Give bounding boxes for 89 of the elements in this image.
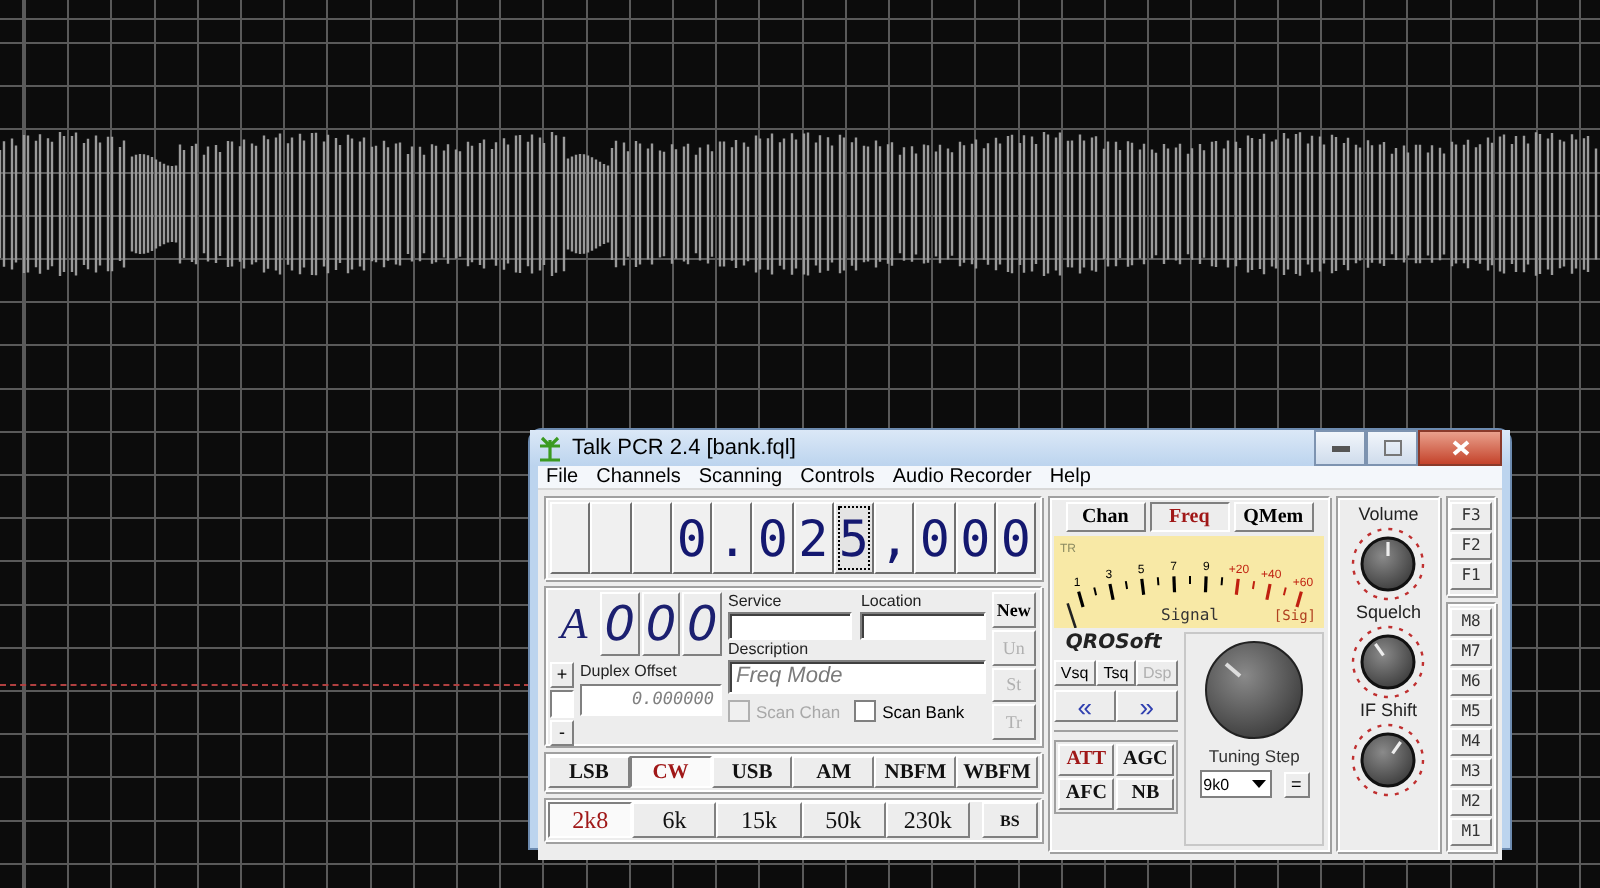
bank-letter: A	[556, 598, 590, 650]
rotary-knob[interactable]	[1350, 722, 1427, 798]
mode-button[interactable]: WBFM	[956, 756, 1038, 788]
antenna-icon	[538, 434, 562, 462]
mode-button[interactable]: AM	[792, 756, 875, 788]
menu-item[interactable]: Scanning	[698, 466, 783, 488]
toggle-button[interactable]: AFC	[1057, 778, 1115, 810]
close-button[interactable]	[1418, 430, 1502, 466]
squelch-mode-button[interactable]: Vsq	[1053, 660, 1096, 686]
memory-key[interactable]: M5	[1450, 698, 1492, 726]
toggle-button[interactable]: AGC	[1116, 744, 1174, 776]
tuning-knob[interactable]	[1202, 638, 1307, 742]
view-button[interactable]: Chan	[1065, 502, 1146, 532]
description-field[interactable]: Freq Mode	[728, 660, 986, 694]
knob-label: Squelch	[1355, 602, 1421, 624]
meter-caption: Signal	[1160, 606, 1219, 624]
frequency-digit[interactable]: 0	[955, 502, 996, 574]
minus-button[interactable]: -	[550, 720, 574, 746]
frequency-digit[interactable]: 5	[833, 502, 874, 574]
window-title: Talk PCR 2.4 [bank.fql]	[572, 436, 796, 460]
filter-button[interactable]: 2k8	[548, 802, 633, 838]
service-label: Service	[728, 592, 784, 612]
filter-button[interactable]: 15k	[716, 802, 802, 838]
qrosoft-logo: QROSoft	[1063, 632, 1164, 656]
tuning-step-dropdown[interactable]: 9k0	[1199, 770, 1272, 798]
menu-item[interactable]: Audio Recorder	[892, 466, 1032, 488]
channel-digit[interactable]: 0	[600, 592, 640, 656]
memory-key[interactable]: M4	[1450, 728, 1492, 756]
tune-arrow-button[interactable]: «	[1053, 690, 1116, 722]
minimize-button[interactable]	[1314, 430, 1366, 466]
knob-label: IF Shift	[1359, 700, 1417, 722]
side-button[interactable]: New	[991, 592, 1036, 628]
menu-item[interactable]: File	[546, 466, 579, 488]
mode-button[interactable]: USB	[711, 756, 793, 788]
view-button[interactable]: Freq	[1149, 502, 1230, 532]
minimize-icon	[1331, 445, 1349, 451]
frequency-digit[interactable]: 0	[752, 502, 793, 574]
filter-button[interactable]: 50k	[801, 802, 886, 838]
close-icon	[1451, 440, 1469, 456]
duplex-offset-field[interactable]: 0.000000	[580, 684, 722, 716]
rotary-knob[interactable]	[1350, 526, 1427, 602]
duplex-offset-label: Duplex Offset	[580, 662, 679, 682]
filter-button[interactable]: 230k	[885, 802, 970, 838]
mode-button[interactable]: LSB	[548, 756, 630, 788]
location-label: Location	[860, 592, 924, 612]
toggle-button[interactable]: NB	[1116, 778, 1174, 810]
menu-item[interactable]: Controls	[800, 466, 875, 488]
menu-item[interactable]: Help	[1049, 466, 1091, 488]
tune-arrow-button[interactable]: »	[1115, 690, 1178, 722]
frequency-separator: .	[712, 502, 753, 574]
memory-key[interactable]: M6	[1450, 668, 1492, 696]
checkbox[interactable]	[854, 700, 877, 722]
channel-digit[interactable]: 0	[641, 592, 681, 656]
memory-key[interactable]: M3	[1450, 758, 1492, 786]
memory-key[interactable]: M1	[1450, 818, 1492, 846]
rotary-knob[interactable]	[1350, 624, 1427, 700]
function-key[interactable]: F2	[1450, 532, 1492, 560]
plus-button[interactable]: +	[550, 662, 574, 688]
toggle-button[interactable]: ATT	[1057, 744, 1115, 776]
menu-item[interactable]: Channels	[596, 466, 681, 488]
function-key[interactable]: F1	[1450, 562, 1492, 590]
maximize-icon	[1383, 440, 1401, 456]
memory-key[interactable]: M7	[1450, 638, 1492, 666]
mode-button[interactable]: CW	[629, 756, 712, 788]
function-key[interactable]: F3	[1450, 502, 1492, 530]
channel-digit[interactable]: 0	[682, 592, 723, 656]
maximize-button[interactable]	[1366, 430, 1418, 466]
description-label: Description	[728, 640, 811, 660]
frequency-digit[interactable]: 0	[914, 502, 955, 574]
memory-key[interactable]: M8	[1450, 608, 1492, 636]
caret-icon	[1252, 780, 1267, 788]
bs-button[interactable]: BS	[981, 802, 1038, 838]
memory-key[interactable]: M2	[1450, 788, 1492, 816]
checkbox-label: Scan Chan	[756, 701, 841, 721]
filter-button[interactable]: 6k	[632, 802, 717, 838]
frequency-digit[interactable]: 0	[671, 502, 712, 574]
frequency-separator: ,	[874, 502, 915, 574]
squelch-mode-button[interactable]: Tsq	[1095, 660, 1137, 686]
equals-button[interactable]: =	[1283, 771, 1310, 797]
view-button[interactable]: QMem	[1233, 502, 1314, 532]
checkbox-label: Scan Bank	[882, 701, 965, 721]
knob-label: Volume	[1358, 504, 1419, 526]
frequency-digit[interactable]: 0	[995, 502, 1036, 574]
location-field[interactable]	[860, 612, 986, 640]
tuning-step-label: Tuning Step	[1208, 746, 1300, 766]
frequency-digit[interactable]: 2	[793, 502, 834, 574]
service-field[interactable]	[728, 612, 853, 640]
mode-button[interactable]: NBFM	[874, 756, 957, 788]
offset-sign-box	[550, 690, 574, 718]
